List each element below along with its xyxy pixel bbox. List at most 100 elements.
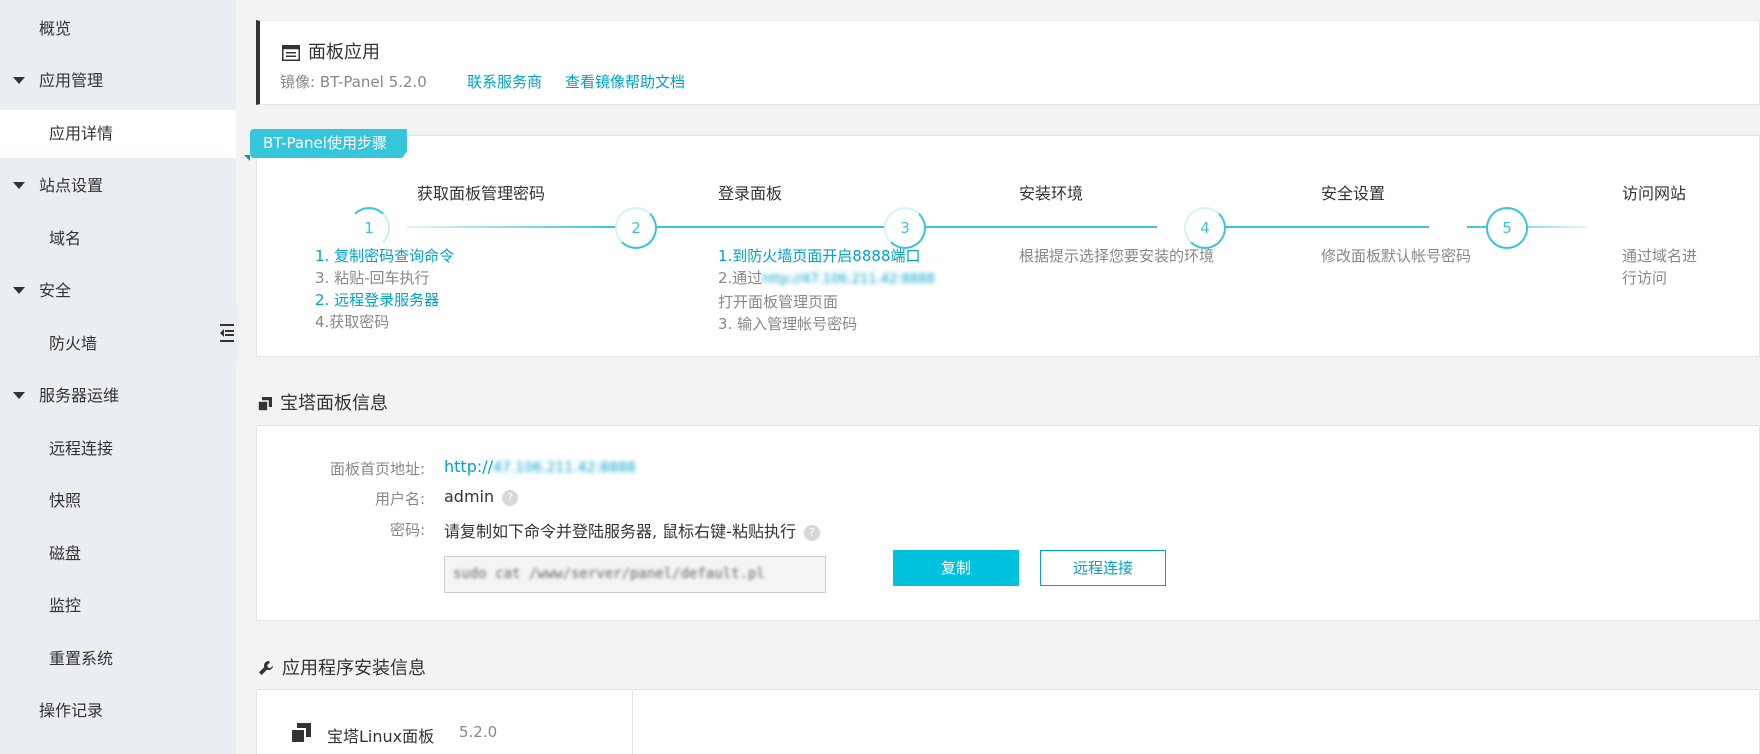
step-title: 登录面板 <box>718 184 783 203</box>
image-info: 镜像: BT-Panel 5.2.0 <box>280 71 427 92</box>
step-2-line: 2.通过http://47.106.211.42:8888 <box>718 267 935 291</box>
sidebar-item-snapshot[interactable]: 快照 <box>0 477 236 525</box>
url-label: 面板首页地址: <box>329 460 425 478</box>
help-icon[interactable]: ? <box>502 490 519 506</box>
sidebar-item-overview[interactable]: 概览 <box>0 5 236 53</box>
step-4-text: 修改面板默认帐号密码 <box>1321 247 1472 265</box>
step-connector <box>925 226 1157 228</box>
install-info-heading: 应用程序安装信息 <box>258 654 426 680</box>
caret-down-icon <box>13 77 25 84</box>
password-instruction: 请复制如下命令并登陆服务器, 鼠标右键-粘贴执行? <box>444 518 820 542</box>
sidebar-item-remote-connection[interactable]: 远程连接 <box>0 425 236 473</box>
username-text: admin <box>444 487 495 506</box>
username-label: 用户名: <box>374 490 425 508</box>
install-app-name: 宝塔Linux面板 <box>327 727 435 746</box>
sidebar-item-operation-log[interactable]: 操作记录 <box>0 687 236 735</box>
sidebar-item-server-ops[interactable]: 服务器运维 <box>0 372 236 420</box>
url-rest-blurred: 47.106.211.42:8888 <box>493 460 636 476</box>
panel-app-title: 面板应用 <box>282 38 380 64</box>
help-icon[interactable]: ? <box>803 525 820 541</box>
sidebar-item-label: 操作记录 <box>39 701 104 720</box>
step-number: 1 <box>348 207 390 249</box>
sidebar: 概览 应用管理 应用详情 站点设置 域名 安全 防火墙 服务器运维 远程连接 快… <box>0 0 236 754</box>
step-1-text: 1. 复制密码查询命令 3. 粘贴-回车执行 2. 远程登录服务器 4.获取密码 <box>315 245 454 333</box>
caret-down-icon <box>13 287 25 294</box>
install-info-card: 宝塔Linux面板 5.2.0 <box>256 689 1760 754</box>
step-2-line: 打开面板管理页面 <box>718 293 839 311</box>
sidebar-item-site-settings[interactable]: 站点设置 <box>0 162 236 210</box>
step-title: 安全设置 <box>1321 184 1386 203</box>
install-info-heading-text: 应用程序安装信息 <box>282 658 426 679</box>
stack-icon <box>257 397 272 412</box>
main-content: 面板应用 镜像: BT-Panel 5.2.0 联系服务商 查看镜像帮助文档 B… <box>236 0 1760 754</box>
step-2-line: 3. 输入管理帐号密码 <box>718 315 858 333</box>
panel-info-card: 面板首页地址: http://47.106.211.42:8888 用户名: a… <box>256 425 1760 621</box>
sidebar-item-label: 应用详情 <box>49 124 114 143</box>
step-1-line: 3. 粘贴-回车执行 <box>315 269 430 287</box>
sidebar-item-app-detail[interactable]: 应用详情 <box>0 110 236 158</box>
step-title: 访问网站 <box>1622 184 1687 203</box>
panel-url-blurred: http://47.106.211.42:8888 <box>762 272 935 287</box>
steps-ribbon: BT-Panel使用步骤 <box>250 129 407 158</box>
copy-button[interactable]: 复制 <box>893 550 1019 586</box>
list-icon <box>282 45 300 61</box>
sidebar-item-reset-system[interactable]: 重置系统 <box>0 635 236 683</box>
caret-down-icon <box>13 182 25 189</box>
sidebar-item-label: 域名 <box>49 229 82 248</box>
command-text-blurred: sudo cat /www/server/panel/default.pl <box>453 566 765 582</box>
caret-down-icon <box>13 392 25 399</box>
sidebar-item-monitor[interactable]: 监控 <box>0 582 236 630</box>
step-1-line: 4.获取密码 <box>315 313 390 331</box>
panel-app-card: 面板应用 镜像: BT-Panel 5.2.0 联系服务商 查看镜像帮助文档 <box>256 20 1760 105</box>
password-label: 密码: <box>389 521 425 539</box>
sidebar-item-label: 快照 <box>49 491 82 510</box>
step-1-line[interactable]: 1. 复制密码查询命令 <box>315 245 454 267</box>
sidebar-item-label: 应用管理 <box>39 71 104 90</box>
step-connector <box>657 226 887 228</box>
sidebar-item-label: 防火墙 <box>49 334 98 353</box>
step-title: 安装环境 <box>1019 184 1084 203</box>
command-input[interactable]: sudo cat /www/server/panel/default.pl <box>444 556 826 593</box>
step-number: 4 <box>1184 207 1226 249</box>
sidebar-item-label: 服务器运维 <box>39 386 120 405</box>
image-label: 镜像: <box>280 73 316 91</box>
ribbon-fold <box>244 155 250 161</box>
panel-info-heading-text: 宝塔面板信息 <box>280 393 388 414</box>
sidebar-item-security[interactable]: 安全 <box>0 267 236 315</box>
sidebar-item-label: 安全 <box>39 281 72 300</box>
step-1-line[interactable]: 2. 远程登录服务器 <box>315 289 454 311</box>
install-item: 宝塔Linux面板 5.2.0 <box>257 690 633 754</box>
sidebar-item-label: 重置系统 <box>49 649 114 668</box>
step-number: 2 <box>615 207 657 249</box>
stack-icon <box>291 723 311 743</box>
sidebar-item-label: 远程连接 <box>49 439 114 458</box>
sidebar-item-disk[interactable]: 磁盘 <box>0 530 236 578</box>
sidebar-item-app-management[interactable]: 应用管理 <box>0 57 236 105</box>
panel-url-link[interactable]: http://47.106.211.42:8888 <box>444 457 636 476</box>
panel-app-title-text: 面板应用 <box>308 42 380 63</box>
collapse-icon <box>220 324 234 342</box>
step-number: 5 <box>1486 207 1528 249</box>
contact-provider-link[interactable]: 联系服务商 <box>467 71 542 92</box>
image-help-doc-link[interactable]: 查看镜像帮助文档 <box>565 71 685 92</box>
sidebar-item-firewall[interactable]: 防火墙 <box>0 320 236 368</box>
step-5-text: 通过域名进 行访问 <box>1622 245 1697 289</box>
step-2-text: 1.到防火墙页面开启8888端口 2.通过http://47.106.211.4… <box>718 245 935 335</box>
step-5-line: 行访问 <box>1622 269 1668 287</box>
sidebar-item-label: 站点设置 <box>39 176 104 195</box>
step-connector <box>1197 226 1429 228</box>
remote-connect-button[interactable]: 远程连接 <box>1040 550 1166 586</box>
step-connector <box>407 226 615 228</box>
sidebar-item-domain[interactable]: 域名 <box>0 215 236 263</box>
sidebar-item-label: 磁盘 <box>49 544 82 563</box>
sidebar-collapse-toggle[interactable] <box>216 305 238 361</box>
step-2-via: 2.通过 <box>718 269 763 287</box>
panel-info-heading: 宝塔面板信息 <box>257 389 388 415</box>
install-app-version: 5.2.0 <box>459 723 498 741</box>
steps-card: 获取面板管理密码 1 1. 复制密码查询命令 3. 粘贴-回车执行 2. 远程登… <box>256 135 1760 357</box>
sidebar-item-label: 概览 <box>39 19 72 38</box>
image-value: BT-Panel 5.2.0 <box>319 73 427 91</box>
step-number: 3 <box>884 207 926 249</box>
step-3-text: 根据提示选择您要安装的环境 <box>1019 247 1215 265</box>
step-title: 获取面板管理密码 <box>417 184 546 203</box>
